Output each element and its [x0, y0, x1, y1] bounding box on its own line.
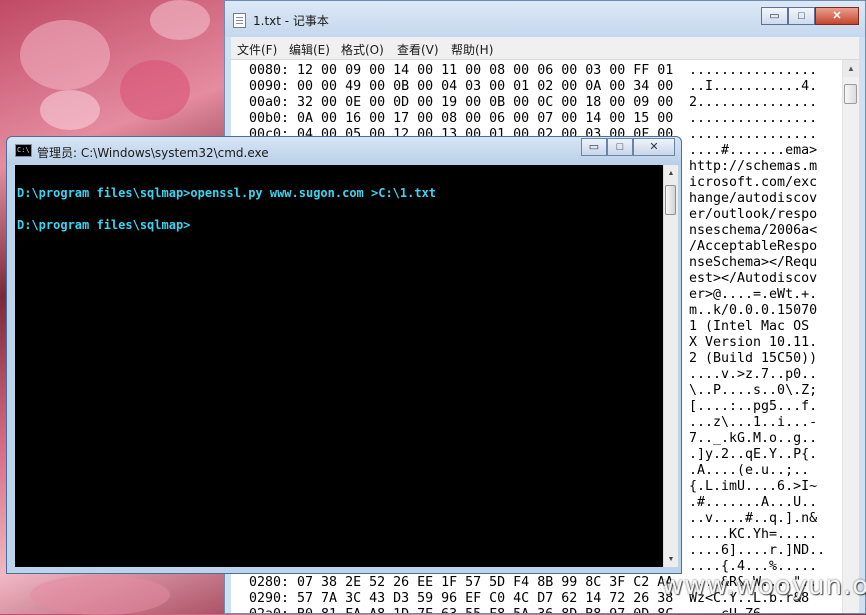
- ascii-line: ................: [689, 111, 818, 126]
- ascii-line: /AcceptableRespo: [689, 239, 818, 254]
- cmd-title: 管理员: C:\Windows\system32\cmd.exe: [37, 146, 269, 160]
- menu-help[interactable]: 帮助(H): [451, 41, 493, 58]
- ascii-line: ................: [689, 127, 818, 142]
- menu-file[interactable]: 文件(F): [237, 41, 277, 58]
- ascii-line: {.L.imU....6.>I~: [689, 479, 818, 494]
- scroll-up-icon[interactable]: ▲: [664, 165, 678, 181]
- ascii-line: \..P....s..0\.Z;: [689, 383, 818, 398]
- minimize-icon: ▭: [588, 140, 600, 153]
- menu-view[interactable]: 查看(V): [397, 41, 439, 58]
- ascii-line: nseschema/2006a<: [689, 223, 818, 238]
- ascii-line: ..v....#..q.].n&: [689, 511, 818, 526]
- cmd-window-controls: ▭ □ ✕: [581, 138, 675, 156]
- hex-line: 02a0: B0 81 FA A8 1D 7E 63 55 F8 5A 36 8…: [249, 607, 673, 613]
- scroll-up-icon[interactable]: ▲: [843, 60, 859, 77]
- maximize-button[interactable]: □: [788, 7, 815, 25]
- ascii-line: [....:..pg5...f.: [689, 399, 818, 414]
- ascii-line: nseSchema></Requ: [689, 255, 818, 270]
- hex-line: 0280: 07 38 2E 52 26 EE 1F 57 5D F4 8B 9…: [249, 575, 674, 590]
- minimize-icon: ▭: [769, 9, 780, 22]
- notepad-title: 1.txt - 记事本: [253, 14, 329, 28]
- ascii-line: er/outlook/respo: [689, 207, 818, 222]
- ascii-line: ...~cU.Z6......: [689, 607, 809, 613]
- watermark: www.wooyun.org: [662, 571, 866, 601]
- ascii-line: er>@....=.eWt.+.: [689, 287, 818, 302]
- ascii-line: .]y.2..qE.Y..P{.: [689, 447, 818, 462]
- ascii-line: ................: [689, 63, 818, 78]
- hex-line: 00b0: 0A 00 16 00 17 00 08 00 06 00 07 0…: [249, 111, 674, 126]
- console-output[interactable]: D:\program files\sqlmap>openssl.py www.s…: [15, 165, 663, 567]
- menu-format[interactable]: 格式(O): [341, 41, 384, 58]
- ascii-line: ....6]....r.]ND..: [689, 543, 826, 558]
- ascii-line: icrosoft.com/exc: [689, 175, 818, 190]
- ascii-line: X Version 10.11.: [689, 335, 818, 350]
- ascii-line: .A....(e.u..;..: [689, 463, 810, 478]
- notepad-titlebar[interactable]: 1.txt - 记事本 ▭ □ ✕: [225, 1, 865, 37]
- hex-line: 0080: 12 00 09 00 14 00 11 00 08 00 06 0…: [249, 63, 674, 78]
- close-icon: ✕: [649, 140, 659, 153]
- hex-line: 00a0: 32 00 0E 00 0D 00 19 00 0B 00 0C 0…: [249, 95, 674, 110]
- ascii-line: 2...............: [689, 95, 818, 110]
- wallpaper-blossom: [150, 0, 210, 40]
- ascii-line: hange/autodiscov: [689, 191, 818, 206]
- notepad-icon: [233, 13, 246, 28]
- scroll-thumb[interactable]: [844, 84, 857, 104]
- hex-line: 0090: 00 00 49 00 0B 00 04 03 00 01 02 0…: [249, 79, 674, 94]
- notepad-window-controls: ▭ □ ✕: [761, 7, 859, 25]
- cmd-titlebar[interactable]: C:\ 管理员: C:\Windows\system32\cmd.exe ▭ □…: [7, 137, 681, 165]
- notepad-scrollbar[interactable]: ▲: [842, 60, 859, 613]
- minimize-button[interactable]: ▭: [761, 7, 788, 25]
- scroll-thumb[interactable]: [665, 185, 676, 215]
- ascii-line: 7.._.kG.M.o..g..: [689, 431, 818, 446]
- ascii-line: 2 (Build 15C50)): [689, 351, 818, 366]
- maximize-icon: □: [616, 140, 624, 153]
- ascii-line: http://schemas.m: [689, 159, 818, 174]
- ascii-line: .....KC.Yh=.....: [689, 527, 818, 542]
- cmd-window: C:\ 管理员: C:\Windows\system32\cmd.exe ▭ □…: [6, 136, 682, 574]
- ascii-line: 1 (Intel Mac OS: [689, 319, 818, 334]
- ascii-line: .#.......A...U..: [689, 495, 818, 510]
- wallpaper-blossom: [40, 90, 100, 130]
- scroll-down-icon[interactable]: ▼: [664, 551, 678, 567]
- ascii-line: ..I...........4.: [689, 79, 818, 94]
- cmd-scrollbar[interactable]: ▲ ▼: [663, 165, 678, 567]
- console-line: D:\program files\sqlmap>: [17, 218, 191, 232]
- close-icon: ✕: [832, 9, 842, 22]
- ascii-line: ....v.>z.7..p0..: [689, 367, 818, 382]
- ascii-line: ...z\...1..i...-: [689, 415, 818, 430]
- cmd-icon: C:\: [15, 144, 32, 157]
- maximize-icon: □: [798, 9, 805, 22]
- ascii-line: est></Autodiscov: [689, 271, 818, 286]
- menu-edit[interactable]: 编辑(E): [289, 41, 330, 58]
- close-button[interactable]: ✕: [633, 138, 675, 156]
- notepad-menubar: 文件(F) 编辑(E) 格式(O) 查看(V) 帮助(H): [231, 37, 859, 60]
- hex-line: 0290: 57 7A 3C 43 D3 59 96 EF C0 4C D7 6…: [249, 591, 674, 606]
- wallpaper-blossom: [20, 20, 110, 90]
- minimize-button[interactable]: ▭: [581, 138, 607, 156]
- console-line: D:\program files\sqlmap>openssl.py www.s…: [17, 186, 437, 200]
- ascii-line: m..k/0.0.0.15070: [689, 303, 818, 318]
- ascii-line: ....#.......ema>: [689, 143, 818, 158]
- wallpaper-blossom: [30, 575, 170, 615]
- maximize-button[interactable]: □: [607, 138, 633, 156]
- close-button[interactable]: ✕: [815, 7, 859, 25]
- wallpaper-blossom: [120, 60, 190, 120]
